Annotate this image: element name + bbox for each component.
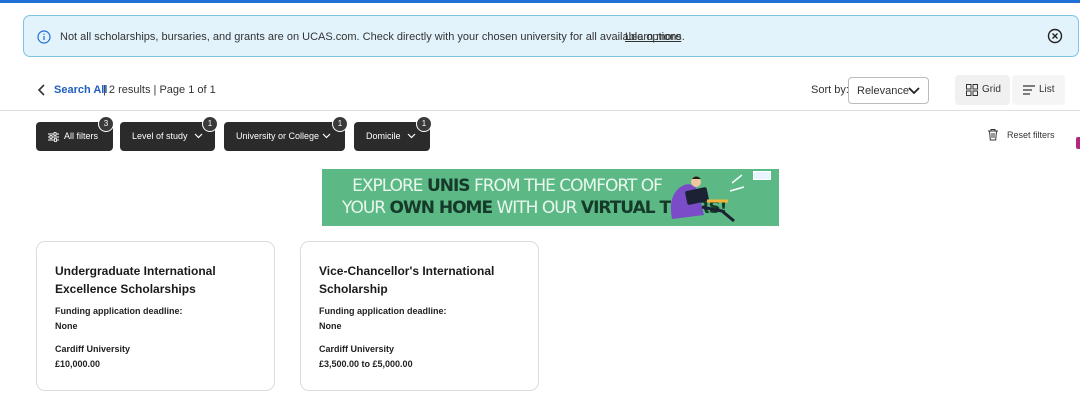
funding-amount: £10,000.00 [55,359,101,369]
filter-count-badge: 1 [332,116,348,132]
info-notice: Not all scholarships, bursaries, and gra… [23,15,1079,57]
grid-icon [966,84,978,96]
scholarship-card[interactable]: Undergraduate International Excellence S… [36,241,275,391]
ad-choices-icon[interactable] [753,171,771,180]
reset-filters-label: Reset filters [1007,130,1055,140]
chevron-down-icon [407,133,416,139]
sliders-icon [48,132,59,142]
notice-text: Not all scholarships, bursaries, and gra… [60,31,685,43]
sort-value: Relevance [857,85,909,97]
chevron-left-icon[interactable] [37,84,47,96]
sort-select[interactable]: Relevance [848,77,929,104]
ad-text: YOUR [342,198,390,218]
grid-view-button[interactable]: Grid [955,75,1010,105]
learn-more-link[interactable]: Learn more [625,30,681,44]
ad-text: UNIS [426,176,471,196]
ad-text: OWN HOME [389,198,494,218]
ad-text: FROM THE COMFORT OF [469,176,663,196]
divider [0,110,1080,111]
list-view-button[interactable]: List [1012,75,1065,105]
ad-line-2: YOUR OWN HOME WITH OUR VIRTUAL TOURS! [342,198,727,218]
person-with-laptop-illustration [670,174,745,223]
university-name: Cardiff University [319,344,395,354]
sort-label: Sort by: [811,84,849,96]
university-name: Cardiff University [55,344,131,354]
top-accent-strip [0,0,1080,3]
ad-line-1: EXPLORE UNIS FROM THE COMFORT OF [342,176,672,196]
ad-text: WITH OUR [492,198,581,218]
grid-label: Grid [982,84,1001,95]
info-icon [37,30,51,44]
chevron-down-icon [194,133,203,139]
funding-amount: £3,500.00 to £5,000.00 [319,359,413,369]
chevron-down-icon [322,133,331,139]
filter-label: Level of study [132,131,188,141]
filter-count-badge: 1 [202,116,218,132]
deadline-value: None [55,321,78,331]
virtual-tours-ad-banner[interactable]: EXPLORE UNIS FROM THE COMFORT OF YOUR OW… [322,169,779,226]
level-of-study-filter[interactable]: Level of study 1 [120,116,218,151]
filter-count-badge: 3 [98,116,114,132]
chevron-down-icon [908,87,920,95]
feedback-tab-edge[interactable] [1076,137,1080,149]
filter-label: Domicile [366,131,401,141]
results-bar: Search All | 2 results | Page 1 of 1 Sor… [0,72,1080,110]
domicile-filter[interactable]: Domicile 1 [354,116,432,151]
scholarship-card[interactable]: Vice-Chancellor's International Scholars… [300,241,539,391]
card-title[interactable]: Undergraduate International Excellence S… [55,262,255,298]
deadline-label: Funding application deadline: [319,306,447,316]
result-summary: | 2 results | Page 1 of 1 [103,84,216,96]
all-filters-button[interactable]: All filters 3 [36,116,114,151]
ad-text: EXPLORE [352,176,427,196]
list-label: List [1039,84,1055,95]
university-or-college-filter[interactable]: University or College 1 [224,116,348,151]
filter-label: All filters [64,131,99,141]
close-icon[interactable] [1047,28,1063,44]
list-icon [1023,85,1035,95]
filter-label: University or College [236,131,320,141]
deadline-value: None [319,321,342,331]
filter-count-badge: 1 [416,116,432,132]
search-all-link[interactable]: Search All [54,84,107,96]
trash-icon [988,129,998,141]
deadline-label: Funding application deadline: [55,306,183,316]
card-title[interactable]: Vice-Chancellor's International Scholars… [319,262,519,298]
